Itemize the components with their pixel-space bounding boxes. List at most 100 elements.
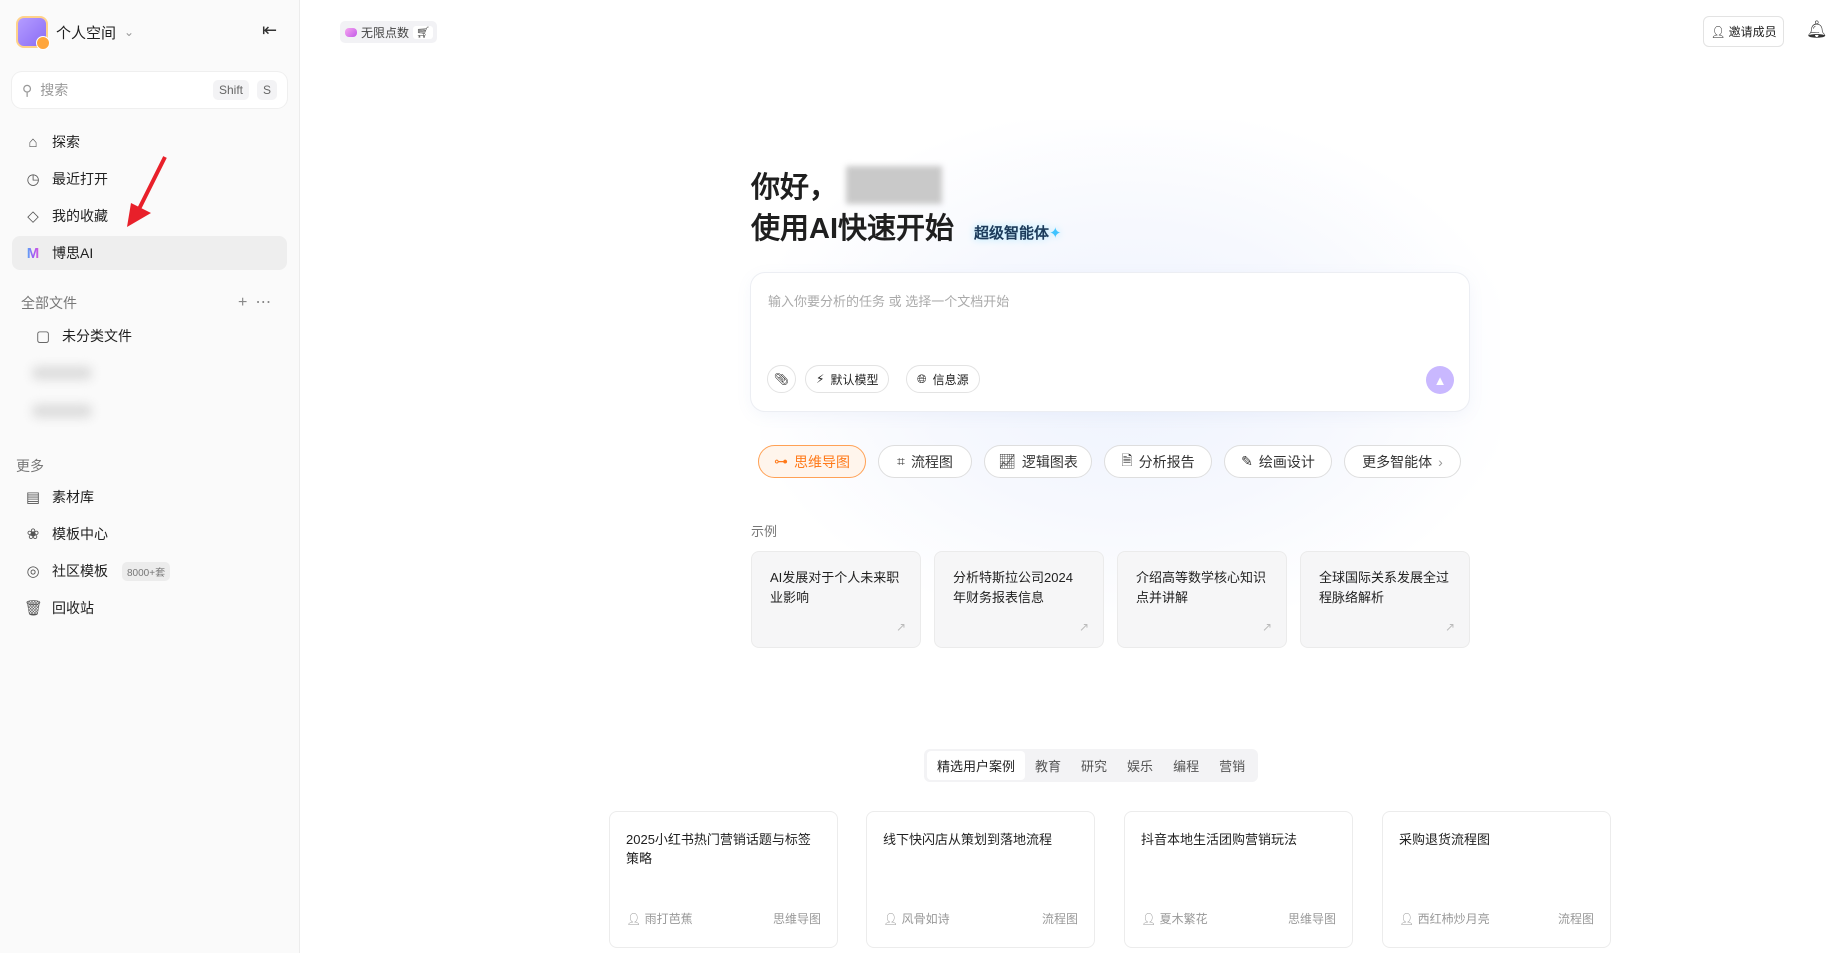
invite-label: 邀请成员	[1728, 25, 1777, 39]
chip-logic-chart[interactable]: 📈︎ 逻辑图表	[984, 445, 1092, 478]
user-icon: 👤︎	[883, 912, 902, 926]
source-label: 信息源	[932, 372, 969, 387]
nav-boardmix-ai[interactable]: M 博思AI	[12, 236, 287, 270]
case-type: 思维导图	[772, 912, 821, 926]
chip-drawing[interactable]: ✎ 绘画设计	[1224, 445, 1332, 478]
blurred-folder[interactable]	[32, 366, 92, 380]
points-chip[interactable]: 无限点数 🛒︎	[340, 21, 437, 43]
file-icon: ▢	[35, 328, 51, 345]
cart-icon[interactable]: 🛒︎	[413, 25, 433, 39]
example-card[interactable]: 全球国际关系发展全过程脉络解析 ↗	[1300, 551, 1470, 648]
template-icon: ❀	[26, 526, 40, 543]
prompt-box[interactable]: 输入你要分析的任务 或 选择一个文档开始 📎︎ ⚡︎ 默认模型 🌐︎ 信息源 ▲	[751, 273, 1469, 411]
boardmix-ai-icon: M	[24, 245, 42, 262]
case-card[interactable]: 抖音本地生活团购营销玩法 👤︎ 夏木繁花 思维导图	[1124, 811, 1353, 948]
more-header: 更多	[16, 458, 44, 474]
tab-featured[interactable]: 精选用户案例	[927, 751, 1026, 780]
invite-member-button[interactable]: 👤︎ 邀请成员	[1703, 16, 1784, 47]
send-button[interactable]: ▲	[1426, 366, 1454, 394]
example-text: 介绍高等数学核心知识点并讲解	[1136, 570, 1267, 605]
chip-more-agents[interactable]: 更多智能体 ›	[1344, 445, 1461, 478]
model-label: 默认模型	[830, 372, 879, 387]
files-actions[interactable]: +⋯	[238, 292, 279, 312]
arrow-up-right-icon: ↗	[1444, 620, 1455, 634]
planet-icon: ◎	[26, 563, 40, 580]
greeting-text: 你好，	[751, 172, 839, 204]
agent-text: 超级智能体	[974, 225, 1050, 242]
tab-education[interactable]: 教育	[1025, 751, 1071, 780]
search-input[interactable]: ⚲ 搜索 Shift S	[12, 72, 287, 108]
case-tabs: 精选用户案例 教育 研究 娱乐 编程 营销	[924, 749, 1259, 782]
case-card[interactable]: 线下快闪店从策划到落地流程 👤︎ 风骨如诗 流程图	[866, 811, 1095, 948]
tab-entertainment[interactable]: 娱乐	[1117, 751, 1163, 780]
case-type: 思维导图	[1287, 912, 1336, 926]
nav-assets[interactable]: ▤ 素材库	[12, 480, 287, 514]
blurred-folder[interactable]	[32, 404, 92, 418]
nav-explore[interactable]: ⌂ 探索	[12, 125, 287, 159]
arrow-up-right-icon: ↗	[1261, 620, 1272, 634]
tag-icon: ◇	[27, 208, 39, 225]
arrow-up-right-icon: ↗	[895, 620, 906, 634]
nav-trash[interactable]: 🗑︎ 回收站	[12, 591, 287, 625]
workspace-switcher[interactable]: 个人空间 ⌄	[16, 16, 134, 50]
chip-label: 分析报告	[1138, 453, 1195, 470]
bell-icon[interactable]: 🔔︎	[1806, 20, 1828, 40]
nav-templates[interactable]: ❀ 模板中心	[12, 517, 287, 551]
red-arrow-annotation	[127, 156, 167, 227]
model-button[interactable]: ⚡︎ 默认模型	[805, 365, 890, 393]
case-title: 2025小红书热门营销话题与标签策略	[626, 832, 811, 866]
chip-mindmap[interactable]: ⊶ 思维导图	[758, 445, 866, 478]
example-text: AI发展对于个人未来职业影响	[770, 570, 900, 605]
super-agent-label: 超级智能体✦	[974, 222, 1062, 243]
chip-flowchart[interactable]: ⌗ 流程图	[878, 445, 972, 478]
case-type: 流程图	[1557, 912, 1594, 926]
examples-label: 示例	[751, 524, 778, 539]
folder-uncategorized[interactable]: ▢ 未分类文件	[12, 319, 287, 353]
prompt-input[interactable]: 输入你要分析的任务 或 选择一个文档开始	[768, 291, 1009, 310]
collapse-sidebar-icon[interactable]: ⇤	[262, 20, 277, 41]
tab-marketing[interactable]: 营销	[1209, 751, 1255, 780]
lightning-icon: ⚡︎	[816, 372, 825, 386]
sidebar: 个人空间 ⌄ ⇤ ⚲ 搜索 Shift S ⌂ 探索 ◷ 最近打开 ◇ 我的收藏 M博…	[0, 0, 300, 953]
nav-label: 素材库	[52, 489, 94, 505]
nav-label: 模板中心	[52, 526, 108, 542]
example-card[interactable]: 介绍高等数学核心知识点并讲解 ↗	[1117, 551, 1287, 648]
attach-button[interactable]: 📎︎	[767, 365, 796, 393]
example-text: 分析特斯拉公司2024年财务报表信息	[953, 570, 1073, 605]
case-title: 线下快闪店从策划到落地流程	[883, 832, 1053, 847]
chip-report[interactable]: 🗎 分析报告	[1104, 445, 1212, 478]
brush-icon: ✎	[1241, 453, 1253, 469]
send-icon: ▲	[1433, 372, 1447, 388]
example-card[interactable]: 分析特斯拉公司2024年财务报表信息 ↗	[934, 551, 1104, 648]
example-card[interactable]: AI发展对于个人未来职业影响 ↗	[751, 551, 921, 648]
case-title: 采购退货流程图	[1399, 832, 1491, 847]
nav-community[interactable]: ◎ 社区模板 8000+套	[12, 554, 287, 588]
user-icon: 👤︎	[626, 912, 645, 926]
sparkle-icon: ✦	[1049, 225, 1062, 242]
globe-icon: 🌐︎	[917, 371, 927, 386]
case-author: 夏木繁花	[1159, 912, 1208, 926]
flowchart-icon: ⌗	[897, 453, 905, 469]
bar-chart-icon: 📈︎	[998, 453, 1016, 469]
search-icon: ⚲	[22, 81, 33, 98]
subtitle: 使用AI快速开始 超级智能体✦	[751, 205, 1062, 247]
tab-programming[interactable]: 编程	[1163, 751, 1209, 780]
chip-label: 更多智能体	[1362, 453, 1433, 470]
subtitle-text: 使用AI快速开始	[751, 213, 955, 245]
user-icon: 👤︎	[1399, 912, 1418, 926]
tab-research[interactable]: 研究	[1071, 751, 1117, 780]
case-card[interactable]: 2025小红书热门营销话题与标签策略 👤︎ 雨打芭蕉 思维导图	[609, 811, 838, 948]
case-title: 抖音本地生活团购营销玩法	[1141, 832, 1298, 847]
case-type: 流程图	[1041, 912, 1078, 926]
case-author: 西红柿炒月亮	[1417, 912, 1490, 926]
shortcut-key: Shift	[212, 80, 249, 100]
blurred-username	[846, 166, 943, 204]
source-button[interactable]: 🌐︎ 信息源	[906, 365, 980, 393]
search-placeholder: 搜索	[40, 82, 69, 98]
chip-label: 流程图	[910, 453, 953, 470]
arrow-up-right-icon: ↗	[1078, 620, 1089, 634]
trash-icon: 🗑︎	[24, 600, 44, 617]
case-card[interactable]: 采购退货流程图 👤︎ 西红柿炒月亮 流程图	[1382, 811, 1611, 948]
nav-label: 我的收藏	[52, 208, 108, 224]
nav-label: 博思AI	[52, 245, 94, 261]
